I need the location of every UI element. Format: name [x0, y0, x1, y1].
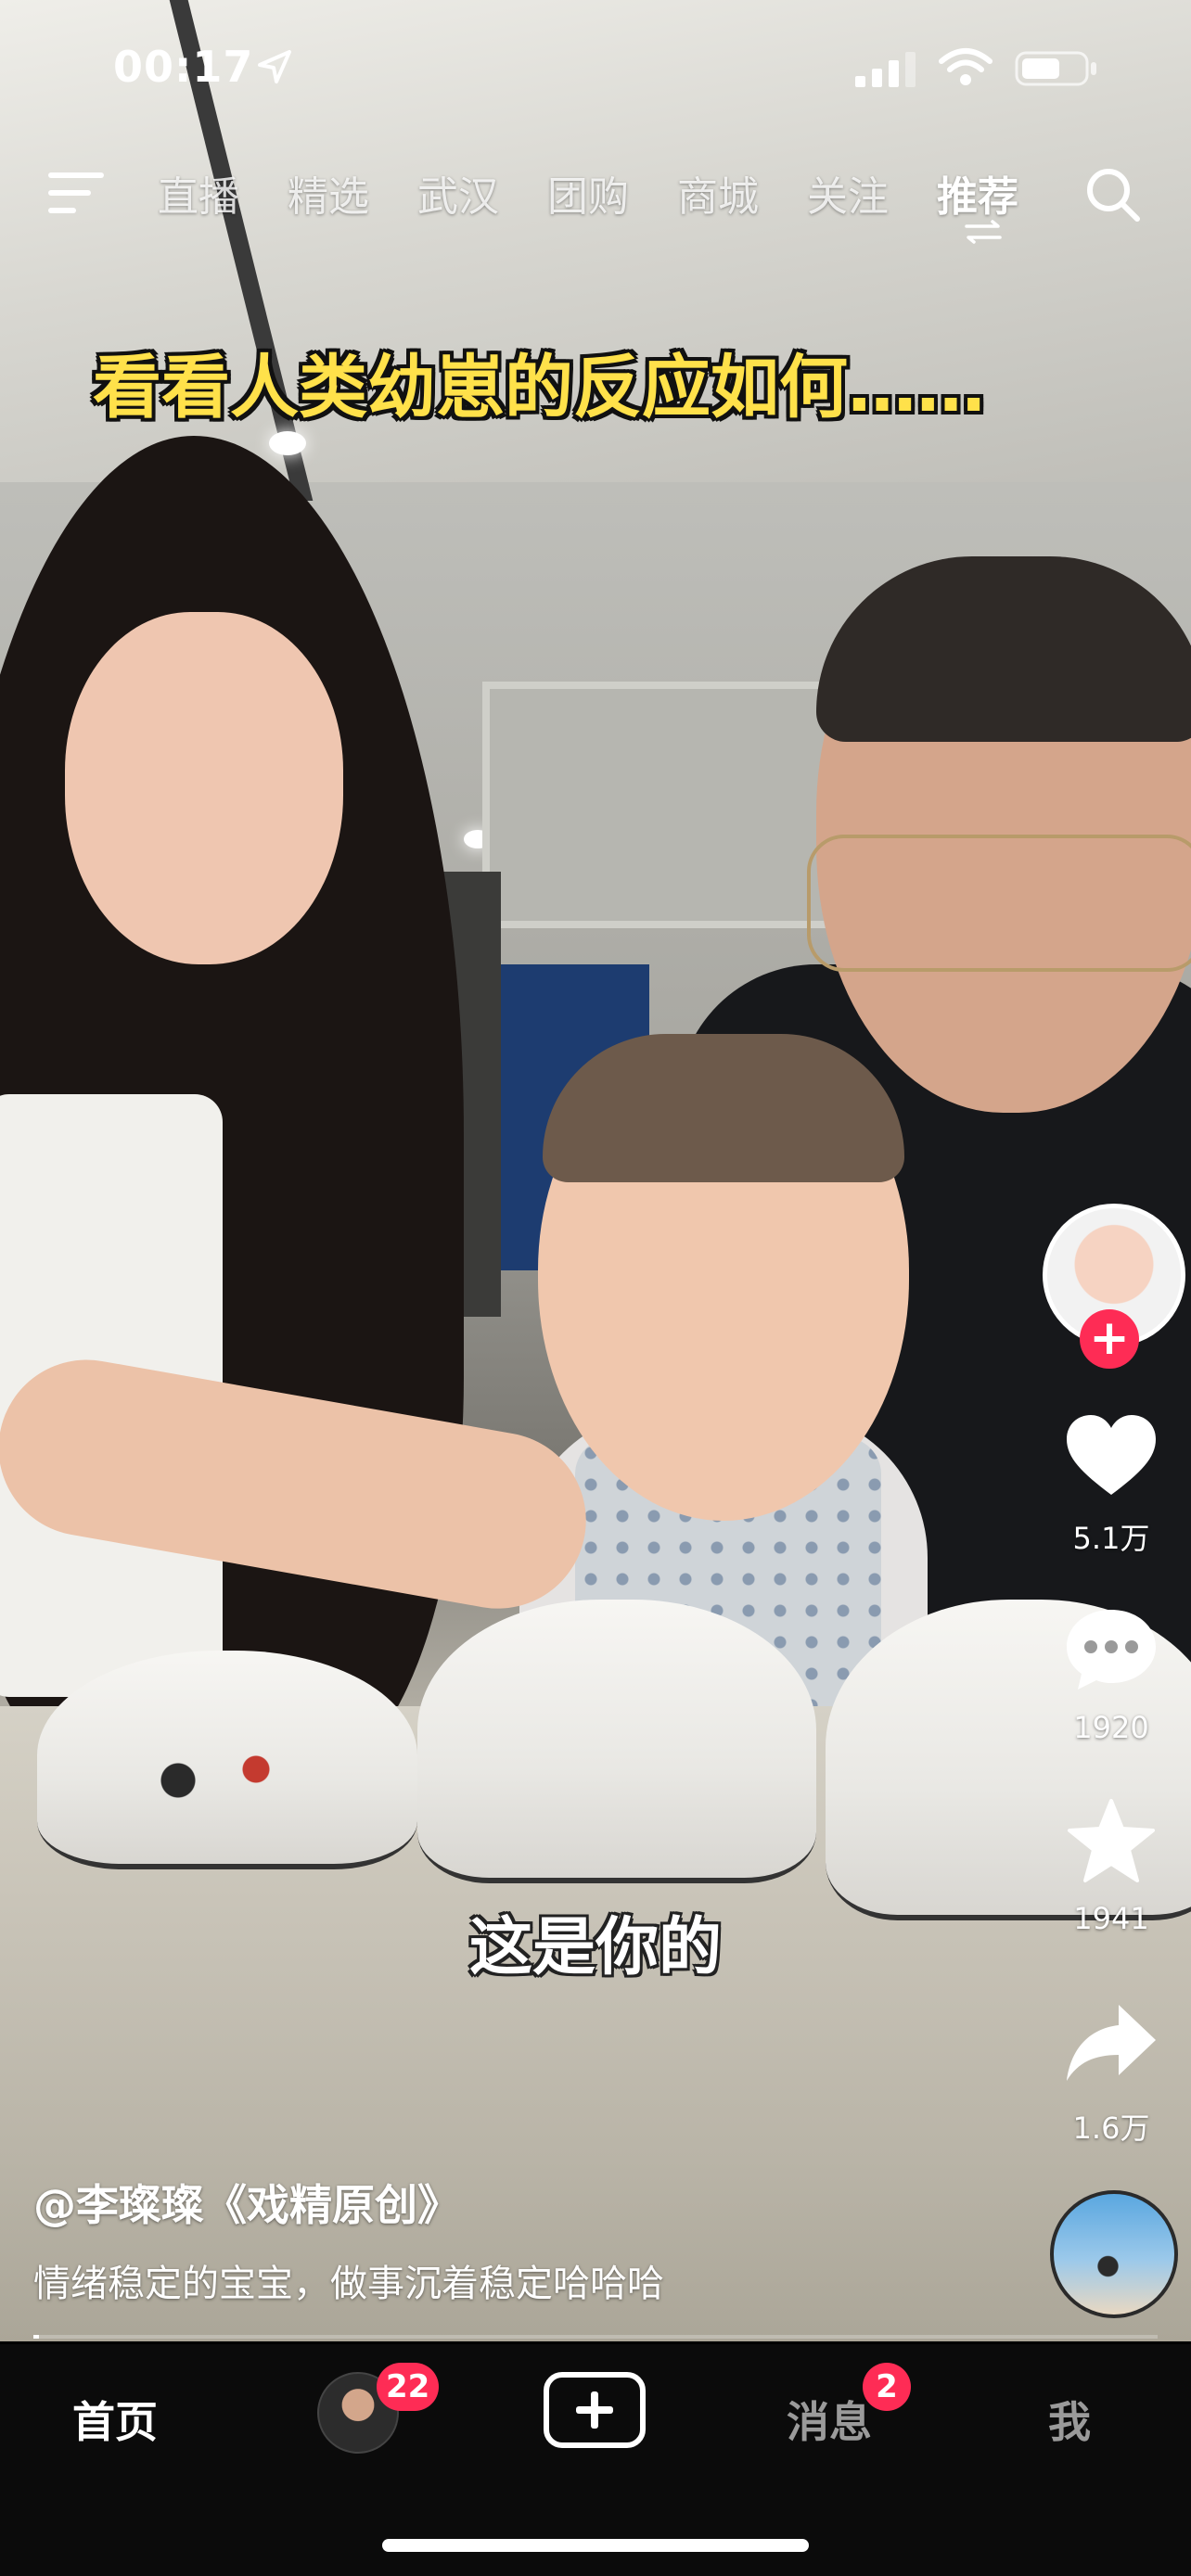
location-arrow-icon	[258, 50, 291, 83]
star-icon[interactable]	[1063, 1797, 1159, 1886]
friends-badge: 22	[377, 2363, 440, 2411]
tab-me[interactable]: 我	[1048, 2389, 1091, 2450]
scene-bowl	[417, 1600, 816, 1883]
tab-city[interactable]: 武汉	[417, 163, 499, 223]
video-title-overlay: 看看人类幼崽的反应如何……	[93, 348, 985, 427]
menu-icon[interactable]	[46, 169, 106, 217]
tab-home[interactable]: 首页	[72, 2389, 158, 2450]
create-post-button[interactable]	[544, 2372, 646, 2448]
video-subtitle: 这是你的	[468, 1911, 722, 1984]
comment-count: 1920	[1073, 1710, 1149, 1745]
comment-icon[interactable]	[1063, 1604, 1159, 1693]
tab-mall[interactable]: 商城	[677, 163, 759, 223]
wifi-icon	[939, 48, 992, 85]
author-name[interactable]: @李璨璨《戏精原创》	[33, 2172, 460, 2233]
battery-icon	[1015, 51, 1096, 86]
like-count: 5.1万	[1072, 1521, 1150, 1556]
add-icon	[576, 2391, 613, 2429]
tab-featured[interactable]: 精选	[288, 163, 369, 223]
scene-child-hair	[543, 1034, 904, 1182]
messages-badge: 2	[863, 2363, 911, 2411]
switch-arrows-icon[interactable]	[963, 219, 1004, 245]
status-time: 00:17	[113, 42, 254, 92]
scene-man-hair	[816, 556, 1191, 742]
follow-button[interactable]: +	[1080, 1309, 1139, 1369]
music-disc-icon[interactable]	[1050, 2190, 1178, 2318]
app-screen: 00:17 直播 精选 武汉 团购 商城 关注 推荐 看看人类幼崽的反应如何………	[0, 0, 1191, 2576]
share-icon[interactable]	[1063, 1999, 1159, 2088]
scene-woman-face	[65, 612, 343, 964]
share-count: 1.6万	[1072, 2111, 1150, 2146]
tab-live[interactable]: 直播	[158, 163, 239, 223]
tab-following[interactable]: 关注	[807, 163, 889, 223]
video-progress-fill	[33, 2335, 40, 2339]
plus-icon: +	[1089, 1310, 1130, 1366]
top-nav: 直播 精选 武汉 团购 商城 关注 推荐	[0, 158, 1191, 244]
scene-light	[269, 431, 306, 455]
scene-man-glasses	[807, 835, 1191, 972]
scene-ceiling-recess	[482, 682, 850, 928]
signal-icon	[855, 52, 916, 87]
tab-group-buy[interactable]: 团购	[547, 163, 629, 223]
video-progress-bar[interactable]	[33, 2335, 1158, 2339]
heart-icon[interactable]	[1063, 1411, 1159, 1500]
scene-bowl-art	[111, 1725, 334, 1836]
tab-recommended[interactable]: 推荐	[937, 163, 1018, 223]
home-indicator[interactable]	[382, 2539, 809, 2552]
tab-messages[interactable]: 消息	[787, 2389, 872, 2450]
favorite-count: 1941	[1073, 1901, 1149, 1936]
video-description[interactable]: 情绪稳定的宝宝，做事沉着稳定哈哈哈	[33, 2253, 664, 2307]
search-icon[interactable]	[1083, 165, 1143, 224]
